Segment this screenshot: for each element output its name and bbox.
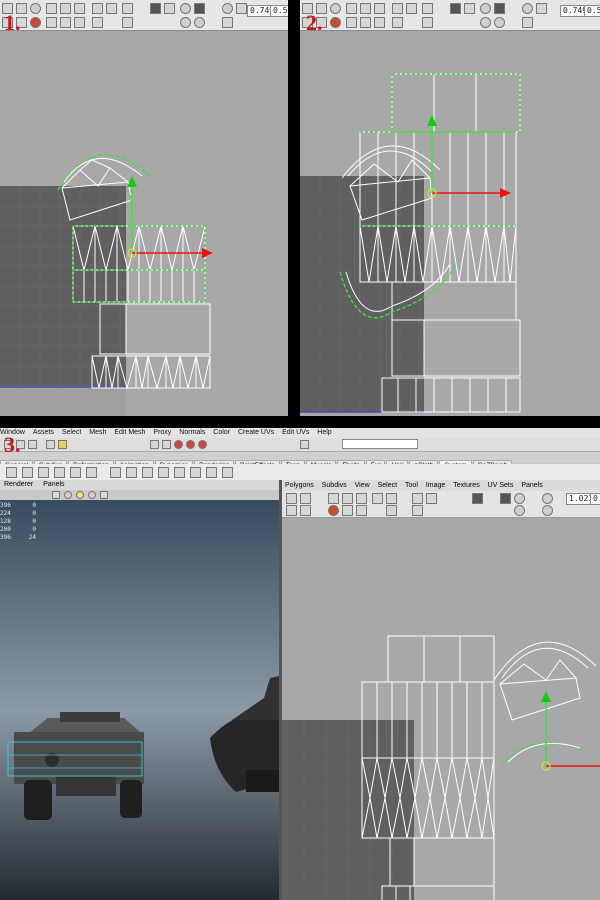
main-menu-bar: Window Assets Select Mesh Edit Mesh Prox… bbox=[0, 428, 600, 438]
select-object-icon[interactable] bbox=[58, 440, 67, 449]
menu-help[interactable]: Help bbox=[317, 428, 331, 438]
shelf-tabs: GeneralSubdivsDeformationAnimationDynami… bbox=[0, 452, 600, 471]
status-line bbox=[0, 438, 600, 452]
shelf-tool-icon[interactable] bbox=[6, 467, 17, 478]
step-3-maya-window: Window Assets Select Mesh Edit Mesh Prox… bbox=[0, 428, 600, 900]
menu-color[interactable]: Color bbox=[213, 428, 230, 438]
texture-dark-region bbox=[300, 176, 424, 412]
shelf-tool-icon[interactable] bbox=[142, 467, 153, 478]
tank-model[interactable] bbox=[0, 480, 279, 900]
uv-layout-canvas[interactable] bbox=[0, 0, 288, 416]
menu-create-uvs[interactable]: Create UVs bbox=[238, 428, 274, 438]
shelf-tool-icon[interactable] bbox=[126, 467, 137, 478]
menu-proxy[interactable]: Proxy bbox=[153, 428, 171, 438]
second-tank-partial bbox=[210, 676, 279, 792]
snap-grid-icon[interactable] bbox=[150, 440, 159, 449]
shelf-tool-icon[interactable] bbox=[70, 467, 81, 478]
shelf-tool-icon[interactable] bbox=[110, 467, 121, 478]
menu-edit-mesh[interactable]: Edit Mesh bbox=[114, 428, 145, 438]
menu-normals[interactable]: Normals bbox=[179, 428, 205, 438]
move-manipulator[interactable] bbox=[427, 115, 511, 198]
shelf-tool-icon[interactable] bbox=[22, 467, 33, 478]
shelf-tool-icon[interactable] bbox=[222, 467, 233, 478]
uv-layout-canvas[interactable] bbox=[300, 0, 600, 416]
tank-body bbox=[7, 712, 144, 820]
shelf-tool-icon[interactable] bbox=[158, 467, 169, 478]
menu-assets[interactable]: Assets bbox=[33, 428, 54, 438]
menu-edit-uvs[interactable]: Edit UVs bbox=[282, 428, 309, 438]
shelf-tool-icon[interactable] bbox=[38, 467, 49, 478]
select-hierarchy-icon[interactable] bbox=[46, 440, 55, 449]
menu-select[interactable]: Select bbox=[62, 428, 81, 438]
snap-point-icon[interactable] bbox=[174, 440, 183, 449]
snap-curve-icon[interactable] bbox=[162, 440, 171, 449]
step-number-1: 1. bbox=[4, 10, 21, 35]
render-settings-icon[interactable] bbox=[300, 440, 309, 449]
shelf-tool-icon[interactable] bbox=[54, 467, 65, 478]
shelf-tool-icon[interactable] bbox=[86, 467, 97, 478]
uv-layout-canvas[interactable] bbox=[282, 480, 600, 900]
move-manipulator[interactable] bbox=[541, 691, 600, 771]
quick-select-field[interactable] bbox=[342, 439, 418, 449]
uv-texture-editor: Polygons Subdivs View Select Tool Image … bbox=[282, 480, 600, 900]
shelf-tool-icon[interactable] bbox=[174, 467, 185, 478]
menu-mesh[interactable]: Mesh bbox=[89, 428, 106, 438]
shelf-tool-icon[interactable] bbox=[190, 467, 201, 478]
step-2-uv-editor: 0.749 0.56 bbox=[300, 0, 600, 416]
shelf-icons bbox=[0, 464, 600, 481]
ipr-render-icon[interactable] bbox=[198, 440, 207, 449]
step-1-uv-editor: 0.749 0.56 bbox=[0, 0, 288, 416]
step-number-3: 3. bbox=[4, 432, 21, 457]
save-scene-icon[interactable] bbox=[28, 440, 37, 449]
shelf-tool-icon[interactable] bbox=[206, 467, 217, 478]
perspective-viewport[interactable]: Renderer Panels 396 0 224 0 128 0 200 0 396 2… bbox=[0, 480, 279, 900]
step-number-2: 2. bbox=[306, 10, 323, 35]
render-icon[interactable] bbox=[186, 440, 195, 449]
texture-border bbox=[0, 386, 126, 416]
